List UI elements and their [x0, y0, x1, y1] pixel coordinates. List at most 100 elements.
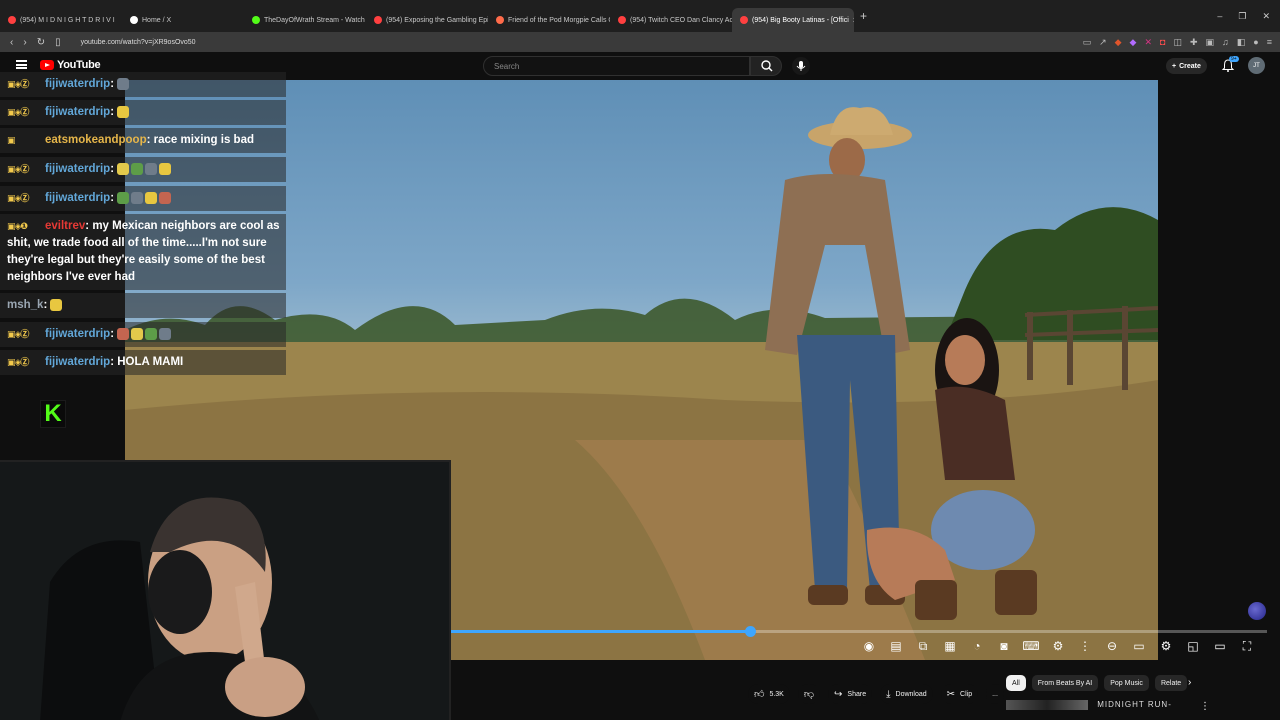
extension-purple-icon[interactable]: ◆ — [1130, 37, 1137, 48]
chat-message: ▣◈Ⓩ fijiwaterdrip: — [0, 157, 286, 182]
browser-tab[interactable]: (954) Big Booty Latinas - [Offici× — [732, 8, 854, 32]
chat-username[interactable]: fijiwaterdrip — [45, 78, 110, 90]
more-actions-button[interactable]: ... — [986, 684, 1004, 704]
clip-label: Clip — [960, 690, 973, 698]
miniplayer-icon[interactable]: ◱ — [1184, 637, 1202, 655]
download-label: Download — [895, 690, 927, 698]
extension-red-icon[interactable]: ◘ — [1160, 37, 1165, 47]
chat-separator: : — [110, 328, 118, 340]
url-field[interactable]: youtube.com/watch?v=jXR9osOvo50 — [81, 39, 196, 46]
filter-chip[interactable]: All — [1006, 675, 1026, 691]
theater-mode-icon[interactable]: ▭ — [1211, 637, 1229, 655]
crop-icon[interactable]: ⧉ — [914, 637, 932, 655]
filter-chip[interactable]: Pop Music — [1104, 675, 1149, 691]
browser-tab[interactable]: TheDayOfWrath Stream - Watch Live — [244, 8, 366, 32]
chat-username[interactable]: fijiwaterdrip — [45, 163, 110, 175]
chat-username[interactable]: fijiwaterdrip — [45, 328, 110, 340]
minimize-button[interactable]: – — [1217, 11, 1222, 21]
chat-message: ▣◈Ⓩ fijiwaterdrip: — [0, 100, 286, 125]
recommended-video[interactable]: MIDNIGHT RUN- — [1006, 700, 1172, 710]
filter-chip[interactable]: Relate — [1154, 675, 1188, 691]
fullscreen-icon[interactable]: ⛶ — [1238, 637, 1256, 655]
browser-tab[interactable]: (954) M I D N I G H T D R I V I — [0, 8, 122, 32]
clip-button[interactable]: ✂ Clip — [940, 684, 979, 704]
reload-icon[interactable]: ↻ — [37, 37, 45, 48]
create-label: Create — [1179, 62, 1201, 70]
extension-gray-icon[interactable]: ◫ — [1173, 37, 1182, 48]
chat-username[interactable]: msh_k — [7, 299, 43, 311]
browser-tab[interactable]: (954) Exposing the Gambling Epidem — [366, 8, 488, 32]
share-button[interactable]: ↪ Share — [828, 684, 873, 704]
progress-scrubber[interactable] — [744, 626, 756, 637]
chevron-right-icon[interactable]: › — [1188, 677, 1191, 688]
extension-brave-icon[interactable]: ◆ — [1115, 37, 1122, 48]
profile-icon[interactable]: ● — [1253, 37, 1258, 47]
back-icon[interactable]: ‹ — [10, 37, 13, 48]
share-icon: ↪ — [834, 688, 843, 700]
chat-message: ▣ eatsmokeandpoop: race mixing is bad — [0, 128, 286, 153]
clapper-icon[interactable]: ▤ — [887, 637, 905, 655]
stream-chat-overlay: ▣◈Ⓩ fijiwaterdrip: ▣◈Ⓩ fijiwaterdrip: ▣ eat… — [0, 72, 286, 376]
extension-x-icon[interactable]: ✕ — [1144, 37, 1152, 48]
tab-title: (954) Twitch CEO Dan Clancy Accide — [630, 16, 732, 24]
share-page-icon[interactable]: ↗ — [1099, 37, 1107, 48]
chat-username[interactable]: eviltrev — [45, 220, 85, 232]
chat-username[interactable]: eatsmokeandpoop — [45, 134, 147, 146]
extension-overlay-icon[interactable]: ◉ — [860, 637, 878, 655]
filter-chip[interactable]: From Beats By AI — [1031, 675, 1099, 691]
sidebar-icon[interactable]: ◧ — [1237, 37, 1246, 48]
extensions-bar: ▭ ↗ ◆ ◆ ✕ ◘ ◫ ✚ ▣ ♫ ◧ ● ≡ — [1083, 32, 1272, 52]
browser-tab[interactable]: (954) Twitch CEO Dan Clancy Accide — [610, 8, 732, 32]
tab-favicon-icon — [496, 16, 504, 24]
screenshot-camera-icon[interactable]: ◙ — [995, 637, 1013, 655]
extensions-puzzle-icon[interactable]: ✚ — [1190, 37, 1198, 48]
search-input[interactable]: Search — [483, 56, 750, 76]
hamburger-menu-icon[interactable] — [16, 60, 27, 69]
chat-username[interactable]: fijiwaterdrip — [45, 106, 110, 118]
download-button[interactable]: ⤓ Download — [880, 684, 933, 704]
recommended-more-icon[interactable]: ⋮ — [1200, 701, 1210, 712]
keyboard-icon[interactable]: ⌨ — [1022, 637, 1040, 655]
tab-favicon-icon — [374, 16, 382, 24]
extension-square-icon[interactable]: ▣ — [1206, 37, 1215, 48]
video-progress-bar[interactable] — [451, 626, 1267, 637]
chat-emote-icon — [159, 162, 172, 175]
browser-tab[interactable]: Friend of the Pod Morgpie Calls Out — [488, 8, 610, 32]
close-window-button[interactable]: ✕ — [1262, 11, 1270, 22]
music-icon[interactable]: ♫ — [1222, 37, 1229, 47]
bookmark-icon[interactable]: ▯ — [55, 37, 61, 48]
tab-title: (954) Exposing the Gambling Epidem — [386, 16, 488, 24]
voice-search-button[interactable] — [792, 57, 810, 75]
search-button[interactable] — [750, 56, 782, 76]
chat-username[interactable]: fijiwaterdrip — [45, 356, 110, 368]
chat-separator: : — [110, 106, 118, 118]
youtube-logo[interactable]: YouTube — [40, 59, 101, 71]
browser-tab[interactable]: Home / X — [122, 8, 244, 32]
chat-username[interactable]: fijiwaterdrip — [45, 192, 110, 204]
forward-icon[interactable]: › — [23, 37, 26, 48]
extension-globe-icon[interactable] — [1248, 602, 1266, 620]
search-icon — [761, 60, 773, 72]
more-vertical-icon[interactable]: ⋮ — [1076, 637, 1094, 655]
cast-icon[interactable]: ▭ — [1083, 37, 1092, 48]
video-actions: 👍︎ 5.3K 👎︎ ↪ Share ⤓ Download ✂ Clip ... — [748, 684, 1004, 704]
film-strip-icon[interactable]: ▦ — [941, 637, 959, 655]
create-button[interactable]: + Create — [1166, 58, 1207, 74]
account-avatar[interactable]: JT — [1248, 57, 1265, 74]
share-label: Share — [847, 690, 867, 698]
speed-gauge-icon[interactable]: ◔ — [968, 637, 986, 655]
like-button[interactable]: 👍︎ 5.3K — [748, 684, 790, 704]
chat-badges-icon: ▣◈Ⓩ — [7, 164, 29, 174]
download-icon: ⤓ — [886, 688, 891, 700]
dislike-button[interactable]: 👎︎ — [797, 684, 821, 704]
autoplay-toggle[interactable]: ⊖ — [1103, 637, 1121, 655]
chat-emote-icon — [145, 191, 158, 204]
chat-badges-icon: ▣◈Ⓩ — [7, 357, 29, 367]
extension-settings-icon[interactable]: ⚙ — [1049, 637, 1067, 655]
restore-button[interactable]: ❐ — [1238, 11, 1246, 22]
subtitles-icon[interactable]: ▭ — [1130, 637, 1148, 655]
chat-emote-icon — [117, 191, 130, 204]
new-tab-button[interactable]: + — [854, 9, 873, 23]
settings-gear-icon[interactable]: ⚙ — [1157, 637, 1175, 655]
menu-icon[interactable]: ≡ — [1267, 37, 1272, 47]
